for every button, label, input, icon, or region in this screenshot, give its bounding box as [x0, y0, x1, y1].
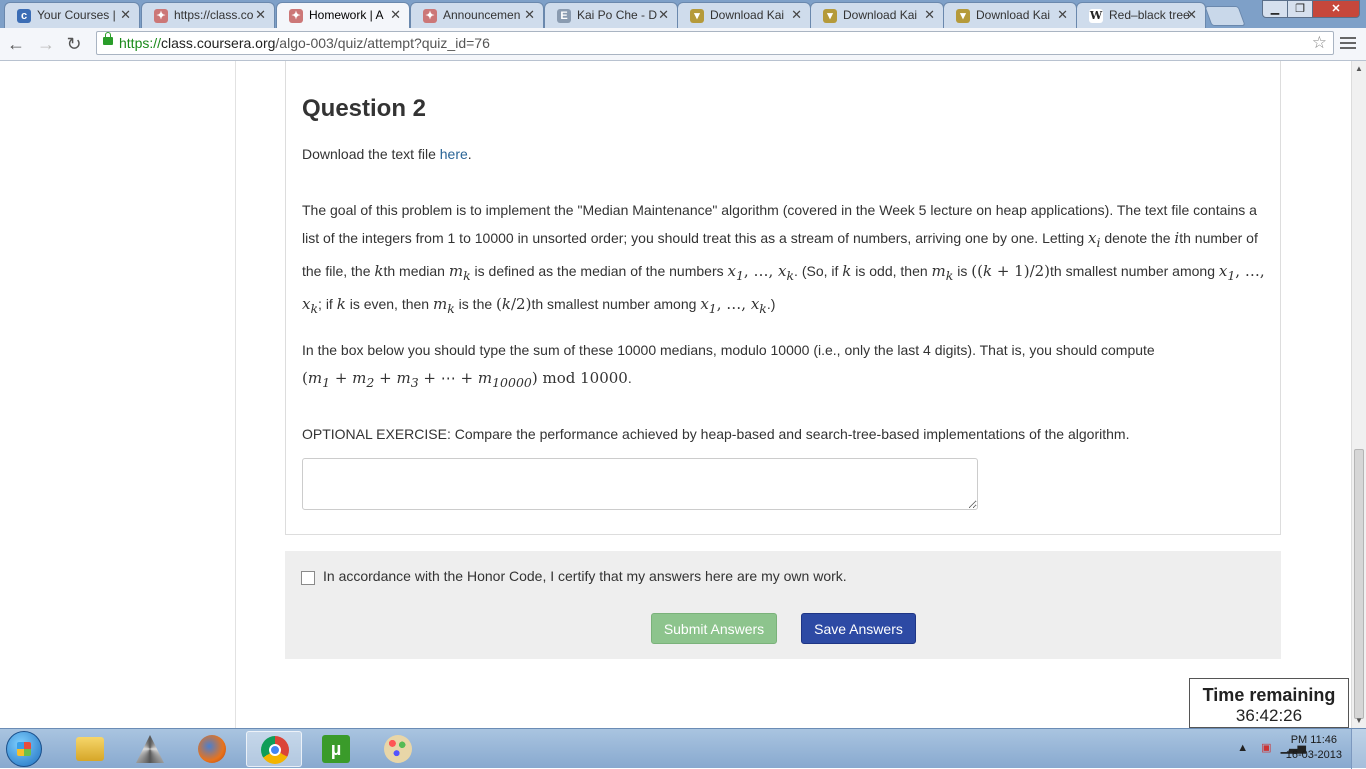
tray-expand-icon[interactable]: ▲ [1237, 742, 1248, 754]
taskbar-vlc[interactable] [122, 731, 178, 767]
time-remaining-value: 36:42:26 [1235, 706, 1303, 725]
vlc-triangle-icon [136, 735, 164, 763]
browser-toolbar: ← → ↻ https://class.coursera.org/algo-00… [0, 28, 1366, 61]
problem-description: The goal of this problem is to implement… [302, 202, 1265, 316]
window-close-button[interactable]: ✕ [1312, 0, 1360, 18]
flag-icon[interactable]: ▣ [1261, 742, 1271, 754]
url-text: https://class.coursera.org/algo-003/quiz… [119, 35, 490, 51]
browser-tabstrip: c Your Courses | ✕ ✦ https://class.co ✕ … [0, 0, 1366, 28]
tab-download-kai-1[interactable]: ▾ Download Kai ✕ [677, 2, 811, 28]
save-answers-button[interactable]: Save Answers [801, 613, 916, 644]
taskbar-explorer[interactable] [62, 731, 118, 767]
clock-date: 16-03-2013 [1285, 749, 1342, 761]
maximize-button[interactable]: ❐ [1287, 0, 1313, 18]
tab-class-coursera[interactable]: ✦ https://class.co ✕ [141, 2, 275, 28]
close-icon[interactable]: ✕ [255, 7, 266, 23]
reload-icon[interactable]: ↻ [64, 34, 84, 54]
answer-textarea[interactable] [302, 458, 978, 510]
utorrent-icon: µ [322, 735, 350, 763]
submit-answers-button[interactable]: Submit Answers [651, 613, 777, 644]
lock-icon [103, 32, 113, 45]
close-icon[interactable]: ✕ [1057, 7, 1068, 23]
scroll-thumb[interactable] [1354, 449, 1364, 719]
show-desktop-button[interactable] [1351, 729, 1366, 769]
firefox-icon [198, 735, 226, 763]
tab-kai-po-che[interactable]: E Kai Po Che - D ✕ [544, 2, 678, 28]
coursera-favicon-icon: ✦ [423, 9, 437, 23]
close-icon[interactable]: ✕ [524, 7, 535, 23]
scroll-up-arrow-icon[interactable]: ▲ [1355, 64, 1363, 73]
sidebar-divider [235, 61, 236, 728]
honor-code-panel: In accordance with the Honor Code, I cer… [285, 551, 1281, 659]
honor-code-label: In accordance with the Honor Code, I cer… [323, 568, 847, 584]
close-icon[interactable]: ✕ [791, 7, 802, 23]
shield-icon: ▾ [690, 9, 704, 23]
tab-announcements[interactable]: ✦ Announcemen ✕ [410, 2, 544, 28]
page-scrollbar[interactable]: ▲ ▼ [1351, 61, 1366, 728]
forward-arrow-icon[interactable]: → [36, 34, 56, 54]
task-description: In the box below you should type the sum… [302, 342, 1155, 390]
time-remaining-label: Time remaining [1202, 685, 1336, 705]
tab-homework[interactable]: ✦ Homework | A ✕ [276, 2, 410, 28]
taskbar-firefox[interactable] [184, 731, 240, 767]
download-link[interactable]: here [440, 146, 468, 162]
start-button[interactable] [6, 731, 42, 767]
windows-taskbar: µ ▲ ▣ ▁▃▅ PM 11:46 16-03-2013 [0, 728, 1366, 769]
close-icon[interactable]: ✕ [120, 7, 131, 23]
tab-your-courses[interactable]: c Your Courses | ✕ [4, 2, 140, 28]
close-icon[interactable]: ✕ [658, 7, 669, 23]
back-arrow-icon[interactable]: ← [6, 34, 26, 54]
tab-download-kai-2[interactable]: ▾ Download Kai ✕ [810, 2, 944, 28]
tab-download-kai-3[interactable]: ▾ Download Kai ✕ [943, 2, 1077, 28]
chrome-icon [261, 736, 289, 764]
page-viewport: Question 2 Download the text file here. … [0, 61, 1351, 728]
system-clock[interactable]: PM 11:46 16-03-2013 [1286, 733, 1342, 763]
scroll-down-arrow-icon[interactable]: ▼ [1355, 716, 1363, 725]
shield-icon: ▾ [823, 9, 837, 23]
bookmark-star-icon[interactable]: ☆ [1312, 33, 1327, 53]
tab-red-black-tree[interactable]: W Red–black tree ✕ [1076, 2, 1206, 28]
download-paragraph: Download the text file here. [302, 146, 472, 162]
taskbar-utorrent[interactable]: µ [308, 731, 364, 767]
close-icon[interactable]: ✕ [390, 7, 401, 23]
new-tab-button[interactable] [1204, 6, 1246, 26]
shield-icon: ▾ [956, 9, 970, 23]
honor-code-checkbox[interactable] [301, 571, 315, 585]
paint-icon [384, 735, 412, 763]
time-remaining-box: Time remaining 36:42:26 [1189, 678, 1349, 728]
chrome-menu-icon[interactable] [1340, 34, 1356, 52]
coursera-favicon-icon: ✦ [154, 9, 168, 23]
wikipedia-icon: W [1089, 9, 1103, 23]
question-title: Question 2 [302, 95, 427, 122]
taskbar-chrome[interactable] [246, 731, 302, 767]
close-icon[interactable]: ✕ [924, 7, 935, 23]
optional-exercise: OPTIONAL EXERCISE: Compare the performan… [302, 426, 1130, 442]
question-box: Question 2 Download the text file here. … [285, 61, 1281, 535]
coursera-favicon-icon: ✦ [289, 9, 303, 23]
address-bar[interactable]: https://class.coursera.org/algo-003/quiz… [96, 31, 1334, 55]
taskbar-paint[interactable] [370, 731, 426, 767]
minimize-button[interactable]: ▁ [1262, 0, 1288, 18]
windows-explorer-icon [76, 737, 104, 761]
coursera-icon: c [17, 9, 31, 23]
clock-time: PM 11:46 [1290, 734, 1337, 746]
page-icon: E [557, 9, 571, 23]
close-icon[interactable]: ✕ [1186, 7, 1197, 23]
